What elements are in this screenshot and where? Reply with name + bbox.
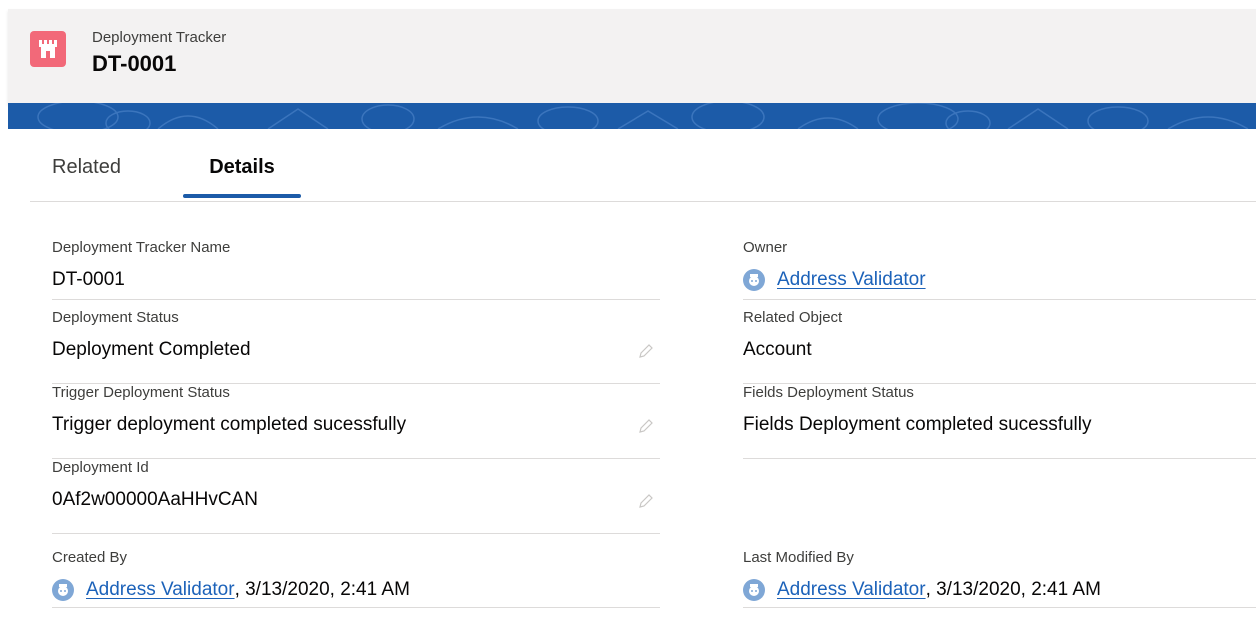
edit-pencil-icon[interactable] bbox=[638, 343, 654, 359]
field-last-modified-by: Last Modified By Address Validator , 3/1… bbox=[743, 549, 1256, 608]
field-value: Trigger deployment completed sucessfully bbox=[52, 414, 406, 436]
deployment-status-value: Deployment Completed bbox=[52, 339, 251, 360]
edit-pencil-icon[interactable] bbox=[638, 493, 654, 509]
field-trigger-deployment-status: Trigger Deployment Status Trigger deploy… bbox=[52, 384, 660, 459]
last-modified-by-user-link[interactable]: Address Validator bbox=[777, 579, 926, 601]
field-label: Related Object bbox=[743, 309, 843, 326]
field-owner: Owner Address Validator bbox=[743, 239, 1256, 300]
field-fields-deployment-status: Fields Deployment Status Fields Deployme… bbox=[743, 384, 1256, 459]
field-deployment-tracker-name: Deployment Tracker Name DT-0001 bbox=[52, 239, 660, 300]
field-label: Deployment Status bbox=[52, 309, 179, 326]
field-value: DT-0001 bbox=[52, 269, 125, 291]
object-type-label: Deployment Tracker bbox=[92, 29, 227, 46]
record-title: DT-0001 bbox=[92, 51, 177, 76]
field-value: Address Validator bbox=[743, 269, 926, 291]
record-header: Deployment Tracker DT-0001 bbox=[8, 9, 1256, 104]
user-avatar-icon bbox=[743, 269, 765, 291]
field-created-by: Created By Address Validator , 3/13/2020… bbox=[52, 549, 660, 608]
field-label: Deployment Id bbox=[52, 459, 149, 476]
field-label: Owner bbox=[743, 239, 788, 256]
header-banner bbox=[8, 103, 1256, 129]
field-deployment-status: Deployment Status Deployment Completed bbox=[52, 309, 660, 384]
field-value: Address Validator , 3/13/2020, 2:41 AM bbox=[743, 579, 1101, 601]
owner-link[interactable]: Address Validator bbox=[777, 269, 926, 291]
edit-pencil-icon[interactable] bbox=[638, 418, 654, 434]
user-avatar-icon bbox=[52, 579, 74, 601]
user-avatar-icon bbox=[743, 579, 765, 601]
field-label: Last Modified By bbox=[743, 549, 854, 566]
tracker-name-value: DT-0001 bbox=[52, 269, 125, 290]
field-label: Trigger Deployment Status bbox=[52, 384, 230, 401]
field-label: Created By bbox=[52, 549, 128, 566]
field-label: Fields Deployment Status bbox=[743, 384, 914, 401]
field-value: Account bbox=[743, 339, 812, 361]
field-label: Deployment Tracker Name bbox=[52, 239, 231, 256]
field-deployment-id: Deployment Id 0Af2w00000AaHHvCAN bbox=[52, 459, 660, 534]
created-date: , 3/13/2020, 2:41 AM bbox=[234, 579, 410, 600]
tab-related[interactable]: Related bbox=[52, 156, 121, 199]
last-modified-date: , 3/13/2020, 2:41 AM bbox=[925, 579, 1101, 600]
record-tabs: Related Details bbox=[30, 130, 1256, 202]
tab-details[interactable]: Details bbox=[183, 156, 301, 199]
created-by-user-link[interactable]: Address Validator bbox=[86, 579, 235, 601]
field-value: Fields Deployment completed sucessfully bbox=[743, 414, 1092, 436]
field-value: 0Af2w00000AaHHvCAN bbox=[52, 489, 258, 511]
field-related-object: Related Object Account bbox=[743, 309, 1256, 384]
trigger-status-value: Trigger deployment completed sucessfully bbox=[52, 414, 407, 435]
field-value: Deployment Completed bbox=[52, 339, 251, 361]
related-object-value: Account bbox=[743, 339, 812, 360]
deployment-id-value: 0Af2w00000AaHHvCAN bbox=[52, 489, 258, 510]
field-value: Address Validator , 3/13/2020, 2:41 AM bbox=[52, 579, 410, 601]
fields-status-value: Fields Deployment completed sucessfully bbox=[743, 414, 1092, 435]
castle-icon bbox=[30, 31, 66, 67]
active-tab-indicator bbox=[183, 194, 301, 198]
